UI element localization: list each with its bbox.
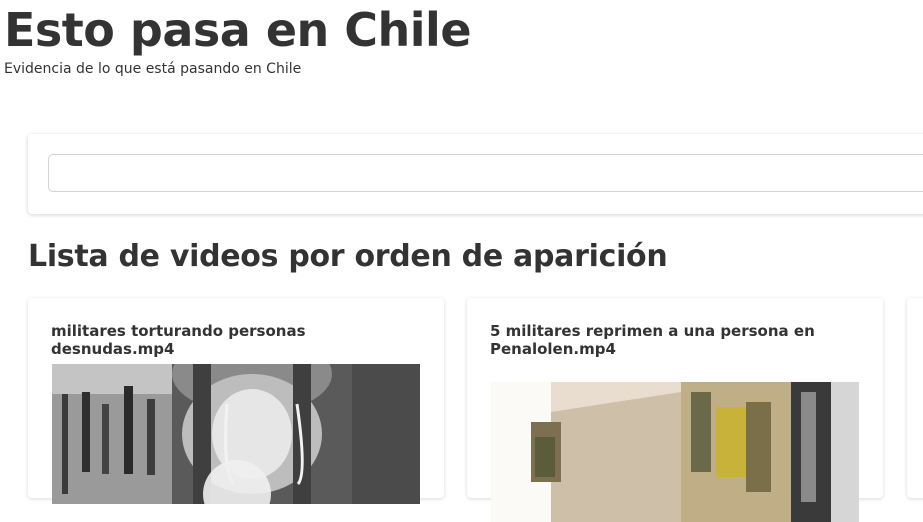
site-title: Esto pasa en Chile	[4, 3, 472, 57]
video-thumbnail[interactable]	[491, 382, 859, 522]
search-panel	[28, 134, 923, 214]
site-subtitle: Evidencia de lo que está pasando en Chil…	[4, 61, 302, 77]
search-input[interactable]	[48, 154, 923, 192]
video-card[interactable]	[907, 298, 923, 498]
video-card[interactable]: militares torturando personas desnudas.m…	[28, 298, 444, 504]
video-title[interactable]: militares torturando personas desnudas.m…	[51, 322, 411, 358]
video-title[interactable]: 5 militares reprimen a una persona en Pe…	[490, 322, 850, 358]
video-card[interactable]: 5 militares reprimen a una persona en Pe…	[467, 298, 883, 522]
video-list-heading: Lista de videos por orden de aparición	[28, 239, 668, 274]
video-thumbnail[interactable]	[52, 364, 420, 504]
